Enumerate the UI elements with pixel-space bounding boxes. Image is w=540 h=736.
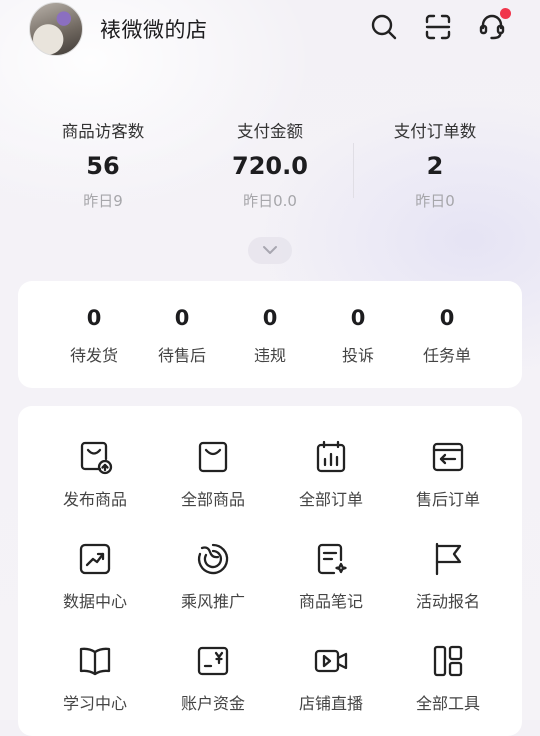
pending-label: 待售后 bbox=[157, 346, 206, 365]
tool-after-sales-orders[interactable]: 售后订单 bbox=[389, 438, 507, 510]
tool-event-signup[interactable]: 活动报名 bbox=[389, 540, 507, 612]
tool-label: 数据中心 bbox=[62, 592, 127, 611]
pending-task-orders[interactable]: 0 任务单 bbox=[403, 306, 491, 366]
pending-to-ship[interactable]: 0 待发货 bbox=[50, 306, 138, 366]
tool-all-products[interactable]: 全部商品 bbox=[154, 438, 272, 510]
tools-card: 发布商品 全部商品 全部订单 售后订单 数据中心 乘风推广 商品笔记 活动报名 … bbox=[18, 406, 522, 736]
shopping-bag-icon bbox=[194, 438, 232, 476]
pending-count: 0 bbox=[350, 306, 366, 330]
tool-label: 发布商品 bbox=[62, 490, 127, 509]
grid-icon bbox=[429, 642, 467, 680]
promotion-icon bbox=[194, 540, 232, 578]
tool-product-notes[interactable]: 商品笔记 bbox=[272, 540, 390, 612]
stat-payment-amount[interactable]: 支付金额 720.0 昨日0.0 bbox=[180, 118, 360, 211]
stat-visitors[interactable]: 商品访客数 56 昨日9 bbox=[13, 118, 193, 211]
pending-label: 投诉 bbox=[341, 346, 374, 365]
tool-account-funds[interactable]: 账户资金 bbox=[154, 642, 272, 714]
stat-yesterday: 昨日0 bbox=[415, 192, 455, 210]
tool-store-live[interactable]: 店铺直播 bbox=[272, 642, 390, 714]
tool-data-center[interactable]: 数据中心 bbox=[36, 540, 154, 612]
tool-all-orders[interactable]: 全部订单 bbox=[272, 438, 390, 510]
stat-label: 商品访客数 bbox=[61, 122, 145, 141]
stat-value: 720.0 bbox=[232, 152, 308, 180]
pending-count: 0 bbox=[262, 306, 278, 330]
pending-after-sales[interactable]: 0 待售后 bbox=[138, 306, 226, 366]
stat-yesterday: 昨日9 bbox=[83, 192, 123, 210]
stat-value: 56 bbox=[86, 152, 120, 180]
pending-label: 待发货 bbox=[69, 346, 118, 365]
tool-label: 店铺直播 bbox=[298, 694, 363, 713]
search-icon[interactable] bbox=[369, 12, 399, 42]
expand-stats-button[interactable] bbox=[248, 237, 292, 264]
tool-label: 乘风推广 bbox=[180, 592, 245, 611]
notes-icon bbox=[312, 540, 350, 578]
pending-count: 0 bbox=[86, 306, 102, 330]
book-icon bbox=[76, 642, 114, 680]
wallet-icon bbox=[194, 642, 232, 680]
tool-label: 全部商品 bbox=[180, 490, 245, 509]
header: 裱微微的店 bbox=[0, 0, 540, 60]
pending-label: 任务单 bbox=[422, 346, 471, 365]
tool-label: 学习中心 bbox=[62, 694, 127, 713]
stat-payment-orders[interactable]: 支付订单数 2 昨日0 bbox=[345, 118, 525, 211]
tool-label: 账户资金 bbox=[180, 694, 245, 713]
tool-promotion[interactable]: 乘风推广 bbox=[154, 540, 272, 612]
chevron-down-icon bbox=[263, 246, 277, 254]
tool-learning-center[interactable]: 学习中心 bbox=[36, 642, 154, 714]
orders-icon bbox=[312, 438, 350, 476]
pending-label: 违规 bbox=[253, 346, 286, 365]
after-sales-icon bbox=[429, 438, 467, 476]
tool-label: 活动报名 bbox=[415, 592, 480, 611]
pending-tasks-card: 0 待发货 0 待售后 0 违规 0 投诉 0 任务单 bbox=[18, 281, 522, 388]
shop-name[interactable]: 裱微微的店 bbox=[100, 14, 208, 44]
stat-yesterday: 昨日0.0 bbox=[243, 192, 297, 210]
pending-count: 0 bbox=[174, 306, 190, 330]
avatar[interactable] bbox=[29, 2, 83, 56]
tool-label: 全部订单 bbox=[298, 490, 363, 509]
pending-count: 0 bbox=[439, 306, 455, 330]
stat-value: 2 bbox=[426, 152, 444, 180]
tool-label: 商品笔记 bbox=[298, 592, 363, 611]
video-icon bbox=[312, 642, 350, 680]
publish-product-icon bbox=[76, 438, 114, 476]
tool-label: 售后订单 bbox=[415, 490, 480, 509]
notification-dot bbox=[500, 8, 511, 19]
stat-label: 支付金额 bbox=[237, 122, 303, 141]
chart-trend-icon bbox=[76, 540, 114, 578]
pending-complaints[interactable]: 0 投诉 bbox=[314, 306, 402, 366]
scan-icon[interactable] bbox=[423, 12, 453, 42]
tool-label: 全部工具 bbox=[415, 694, 480, 713]
pending-violations[interactable]: 0 违规 bbox=[226, 306, 314, 366]
tool-all-tools[interactable]: 全部工具 bbox=[389, 642, 507, 714]
tool-publish-product[interactable]: 发布商品 bbox=[36, 438, 154, 510]
stat-label: 支付订单数 bbox=[393, 122, 477, 141]
flag-icon bbox=[429, 540, 467, 578]
